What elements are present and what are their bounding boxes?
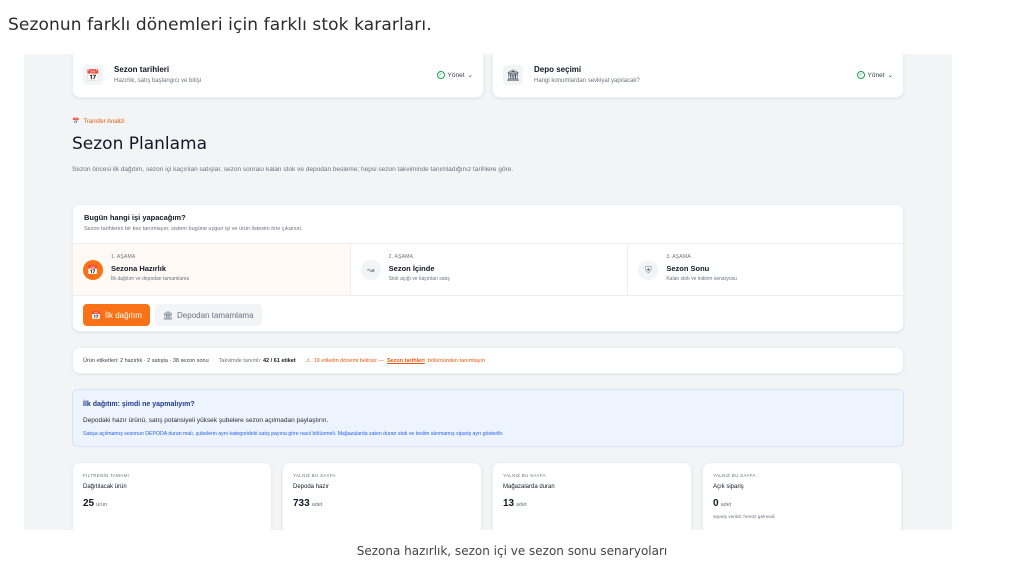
season-dates-link[interactable]: Sezon tarihleri bbox=[387, 358, 425, 364]
season-dates-manage-button[interactable]: ✓ Yönet ⌄ bbox=[436, 71, 473, 79]
check-circle-icon: ✓ bbox=[856, 71, 865, 79]
metric-unit: adet bbox=[516, 502, 527, 508]
today-title: Bugün hangi işi yapacağım? bbox=[84, 213, 186, 222]
button-label: Depodan tamamlama bbox=[177, 310, 254, 320]
metric-label: Açık sipariş bbox=[713, 484, 744, 490]
stage-step: 3. AŞAMA bbox=[666, 254, 691, 260]
metric-value: 0 adet bbox=[713, 498, 731, 509]
guidance-detail: Satışa açılmamış sezonun DEPODA duran ma… bbox=[83, 431, 504, 437]
stage-name: Sezona Hazırlık bbox=[111, 264, 167, 273]
metric-kicker: FİLTRENİN TAMAMI bbox=[83, 473, 130, 478]
metric-kicker: YALNIZ BU SAYFA bbox=[503, 473, 546, 478]
stage-step: 1. AŞAMA bbox=[111, 254, 136, 260]
warehouse-selection-card[interactable]: 🏛 Depo seçimi Hangi konumlardan sevkiyat… bbox=[492, 54, 904, 98]
warehouse-icon: 🏛 bbox=[162, 310, 174, 320]
metric-unit: adet bbox=[311, 502, 323, 508]
metric-card: YALNIZ BU SAYFA Açık sipariş 0 adet sipar… bbox=[702, 462, 902, 530]
calendar-icon: 📅 bbox=[91, 310, 101, 320]
metric-label: Mağazalarda duran bbox=[503, 484, 555, 490]
season-dates-title: Sezon tarihleri bbox=[114, 65, 170, 74]
guidance-text: Depodaki hazır ürünü, satış potansiyeli … bbox=[83, 417, 329, 424]
page-title: Sezon Planlama bbox=[72, 134, 208, 154]
tags-summary: Ürün etiketleri: 2 hazırlık · 2 satışta … bbox=[83, 357, 209, 364]
metric-number: 13 bbox=[503, 498, 515, 509]
metric-kicker: YALNIZ BU SAYFA bbox=[293, 473, 336, 478]
calendar-icon: 📅 bbox=[83, 260, 103, 280]
warehouse-selection-title: Depo seçimi bbox=[534, 65, 582, 74]
stage-description: Stok açığı ve kaçırılan satış bbox=[388, 276, 450, 282]
stage-step: 2. AŞAMA bbox=[388, 254, 414, 260]
page-heading: Sezonun farklı dönemleri için farklı sto… bbox=[8, 15, 432, 35]
stage-selector: 📅 1. AŞAMA Sezona Hazırlık İlk dağıtım v… bbox=[73, 243, 905, 296]
warehouse-manage-button[interactable]: ✓ Yönet ⌄ bbox=[856, 71, 893, 79]
warning-text: 19 etiketin dönemi belirsiz — bbox=[313, 357, 384, 364]
metric-card: FİLTRENİN TAMAMI Dağıtılacak ürün 25 ürün bbox=[72, 462, 272, 530]
warehouse-icon: 🏛 bbox=[503, 65, 523, 85]
stage-season-end[interactable]: ⛨ 3. AŞAMA Sezon Sonu Kalan stok ve indi… bbox=[628, 244, 905, 295]
breadcrumb[interactable]: 📅 Transfer Analizi bbox=[72, 118, 125, 126]
season-dates-subtitle: Hazırlık, satış başlangıcı ve bitişi bbox=[114, 78, 202, 84]
guidance-title: İlk dağıtım: şimdi ne yapmalıyım? bbox=[83, 401, 195, 408]
stage-preparation[interactable]: 📅 1. AŞAMA Sezona Hazırlık İlk dağıtım v… bbox=[73, 244, 351, 295]
trend-icon: ↝ bbox=[360, 260, 381, 280]
guidance-panel: İlk dağıtım: şimdi ne yapmalıyım? Depoda… bbox=[72, 389, 904, 447]
stage-name: Sezon İçinde bbox=[388, 264, 435, 273]
metric-number: 0 bbox=[713, 498, 719, 509]
chevron-down-icon: ⌄ bbox=[467, 72, 473, 79]
today-task-panel: Bugün hangi işi yapacağım? Sezon tarihle… bbox=[72, 204, 905, 332]
stage-description: Kalan stok ve indirim senaryosu bbox=[666, 276, 737, 282]
shield-icon: ⛨ bbox=[638, 260, 659, 280]
metric-number: 25 bbox=[83, 498, 95, 509]
today-subtitle: Sezon tarihlerini bir kez tanımlayın; si… bbox=[84, 226, 303, 232]
metric-value: 25 ürün bbox=[83, 498, 107, 509]
manage-label: Yönet bbox=[867, 71, 885, 79]
metric-number: 733 bbox=[293, 498, 310, 509]
action-buttons: 📅 İlk dağıtım 🏛 Depodan tamamlama bbox=[83, 304, 262, 326]
figure-caption: Sezona hazırlık, sezon içi ve sezon sonu… bbox=[356, 544, 668, 558]
app-screenshot: 📅 Sezon tarihleri Hazırlık, satış başlan… bbox=[24, 54, 952, 530]
chevron-down-icon: ⌄ bbox=[887, 72, 893, 79]
calendar-defined-value: 42 / 61 etiket bbox=[262, 357, 296, 364]
calendar-defined: Takvimde tanımlı: 42 / 61 etiket bbox=[219, 358, 296, 364]
metric-card: YALNIZ BU SAYFA Depoda hazır 733 adet bbox=[282, 462, 482, 530]
metric-kicker: YALNIZ BU SAYFA bbox=[713, 473, 756, 478]
button-label: İlk dağıtım bbox=[104, 310, 142, 320]
stage-in-season[interactable]: ↝ 2. AŞAMA Sezon İçinde Stok açığı ve ka… bbox=[351, 244, 629, 295]
breadcrumb-label: Transfer Analizi bbox=[83, 118, 125, 125]
metric-label: Depoda hazır bbox=[293, 484, 330, 490]
check-circle-icon: ✓ bbox=[436, 71, 445, 79]
season-dates-card[interactable]: 📅 Sezon tarihleri Hazırlık, satış başlan… bbox=[72, 54, 484, 98]
metric-value: 13 adet bbox=[503, 498, 527, 509]
warning-icon: ⚠ bbox=[305, 357, 311, 364]
stage-name: Sezon Sonu bbox=[666, 264, 710, 273]
warehouse-selection-subtitle: Hangi konumlardan sevkiyat yapılacak? bbox=[534, 78, 640, 84]
warehouse-completion-button[interactable]: 🏛 Depodan tamamlama bbox=[154, 304, 262, 326]
product-tags-bar: Ürün etiketleri: 2 hazırlık · 2 satışta … bbox=[72, 347, 904, 374]
calendar-icon: 📅 bbox=[83, 65, 103, 85]
page-description: Sezon öncesi ilk dağıtım, sezon içi kaçı… bbox=[72, 166, 514, 173]
undefined-tags-warning: ⚠ 19 etiketin dönemi belirsiz — Sezon ta… bbox=[306, 358, 485, 364]
initial-distribution-button[interactable]: 📅 İlk dağıtım bbox=[83, 304, 150, 326]
stage-description: İlk dağıtım ve depodan tamamlama bbox=[111, 276, 190, 282]
manage-label: Yönet bbox=[447, 71, 465, 79]
metric-unit: adet bbox=[720, 502, 732, 508]
metric-unit: ürün bbox=[96, 502, 108, 508]
metric-value: 733 adet bbox=[293, 498, 322, 509]
metric-note: sipariş verildi; henüz gelmedi bbox=[713, 515, 775, 520]
metric-label: Dağıtılacak ürün bbox=[83, 484, 127, 490]
warning-suffix: bölümünden tanımlayın bbox=[427, 357, 486, 364]
calendar-icon: 📅 bbox=[72, 119, 80, 125]
metric-card: YALNIZ BU SAYFA Mağazalarda duran 13 adet bbox=[492, 462, 692, 530]
calendar-defined-label: Takvimde tanımlı: bbox=[218, 357, 262, 364]
